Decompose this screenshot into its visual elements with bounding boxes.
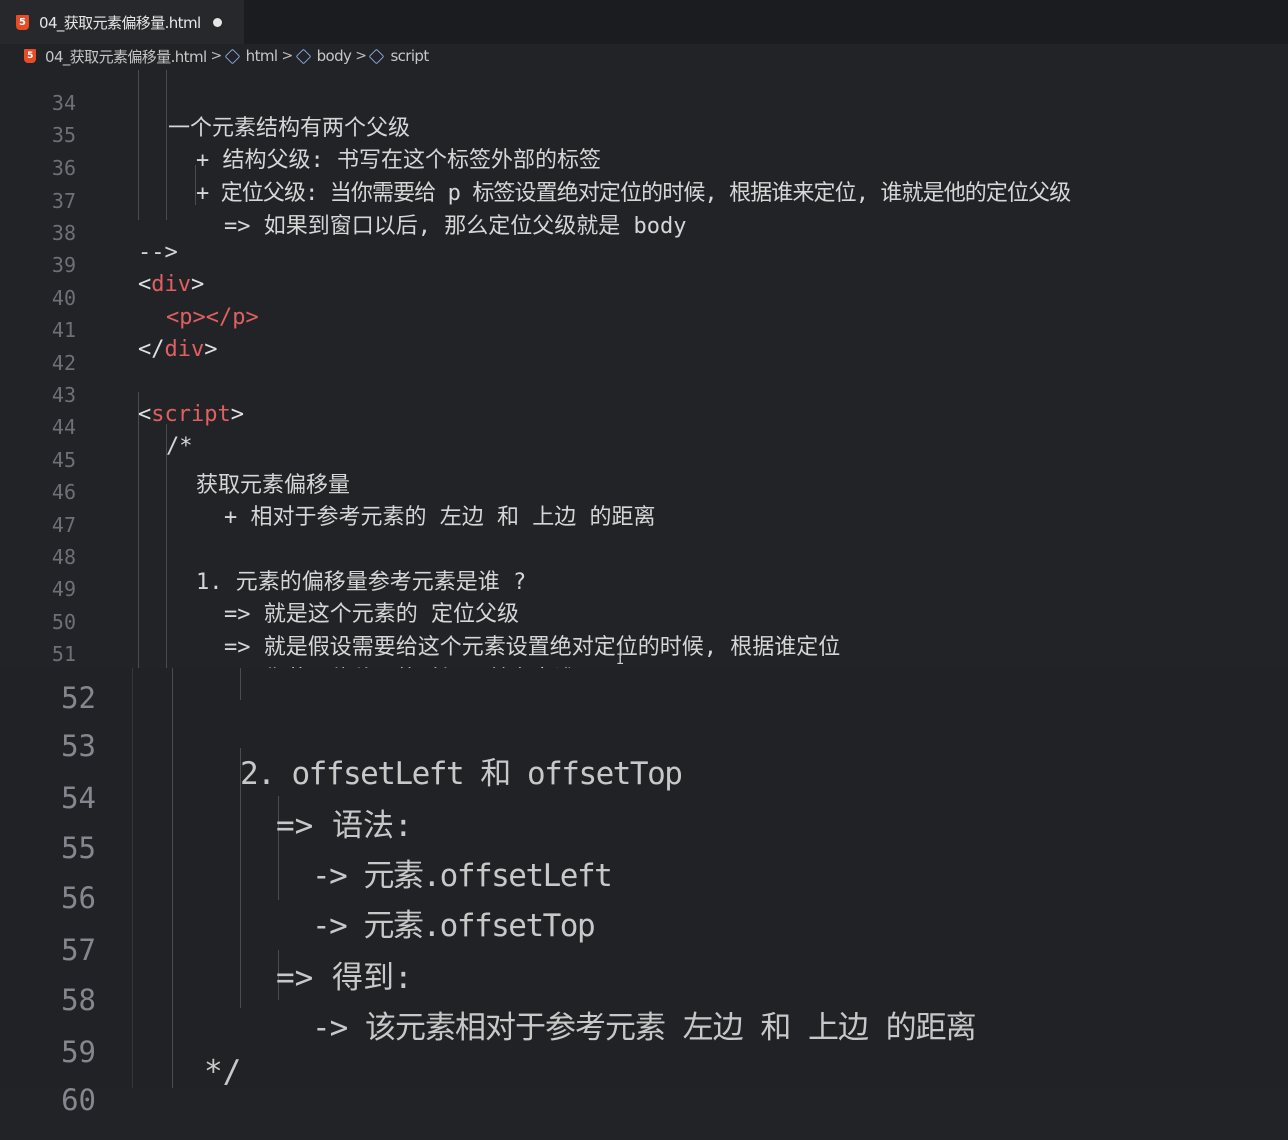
indent-guide [240, 668, 241, 700]
code-text: -> 该元素相对于参考元素 左边 和 上边 的距离 [312, 1010, 977, 1046]
code-text: => 得到: [276, 960, 413, 996]
code-text: -> 元素.offsetTop [312, 908, 596, 944]
text-cursor-icon: I [616, 652, 625, 668]
code-text: 获取元素偏移量 [196, 473, 351, 498]
html-tag-line: <div> [138, 272, 205, 297]
indent-guide [172, 668, 173, 1088]
indent-guide [138, 70, 139, 220]
code-text: + 结构父级: 书写在这个标签外部的标签 [196, 148, 601, 173]
code-text: => 就是假设需要给这个元素设置绝对定位的时候, 根据谁定位 [224, 635, 841, 660]
chevron-right-icon: > [210, 48, 223, 64]
comment-open: /* [166, 434, 193, 459]
element-cube-icon [369, 48, 385, 64]
line-number: 54 [61, 781, 96, 815]
indent-guide [166, 424, 167, 668]
line-number: 55 [61, 831, 96, 865]
code-text: => 如果到窗口以后, 那么定位父级就是 body [224, 214, 687, 239]
indent-guide [166, 70, 167, 220]
line-number: 57 [61, 933, 96, 967]
code-text: 1. 元素的偏移量参考元素是谁 ? [196, 570, 527, 595]
tab-bar: 5 04_获取元素偏移量.html [0, 0, 1288, 44]
editor-tab[interactable]: 5 04_获取元素偏移量.html [0, 0, 244, 44]
code-text: => 就是这个元素的 定位父级 [224, 602, 519, 627]
chevron-right-icon: > [281, 48, 293, 64]
code-line: 60 [0, 1064, 96, 1140]
comment-close: */ [204, 1054, 242, 1090]
unsaved-dot-icon[interactable] [212, 17, 222, 27]
tab-title: 04_获取元素偏移量.html [39, 13, 201, 32]
chevron-right-icon: > [355, 48, 367, 64]
html-tag-line: </div> [138, 337, 218, 362]
indent-guide [132, 668, 133, 1088]
line-number: 58 [61, 983, 96, 1017]
html5-icon: 5 [16, 14, 29, 30]
breadcrumb-item-html[interactable]: html [246, 47, 278, 65]
element-cube-icon [295, 48, 311, 64]
html5-icon: 5 [24, 49, 36, 63]
code-text: 一个元素结构有两个父级 [168, 116, 411, 141]
code-text: + 定位父级: 当你需要给 p 标签设置绝对定位的时候, 根据谁来定位, 谁就是… [196, 181, 1071, 206]
code-text: 2. offsetLeft 和 offsetTop [240, 756, 683, 792]
p-tag: <p></p> [166, 305, 259, 330]
zoomed-code-view[interactable]: 52 53 2. offsetLeft 和 offsetTop 54 => 语法… [0, 668, 1288, 1117]
breadcrumb-item-body[interactable]: body [317, 47, 352, 65]
breadcrumb-item-script[interactable]: script [390, 47, 429, 65]
breadcrumb-file[interactable]: 04_获取元素偏移量.html [45, 46, 207, 67]
comment-close: --> [138, 240, 178, 265]
indent-guide [138, 392, 139, 668]
code-text: -> 元素.offsetLeft [312, 858, 613, 894]
line-number: 56 [61, 881, 96, 915]
code-text: => 语法: [276, 808, 413, 844]
line-number: 60 [61, 1083, 96, 1117]
element-cube-icon [224, 48, 240, 64]
html-tag-line: <script> [138, 402, 244, 427]
code-text: + 相对于参考元素的 左边 和 上边 的距离 [224, 505, 656, 530]
line-number: 53 [61, 729, 96, 763]
breadcrumb: 5 04_获取元素偏移量.html > html > body > script [0, 44, 1288, 68]
